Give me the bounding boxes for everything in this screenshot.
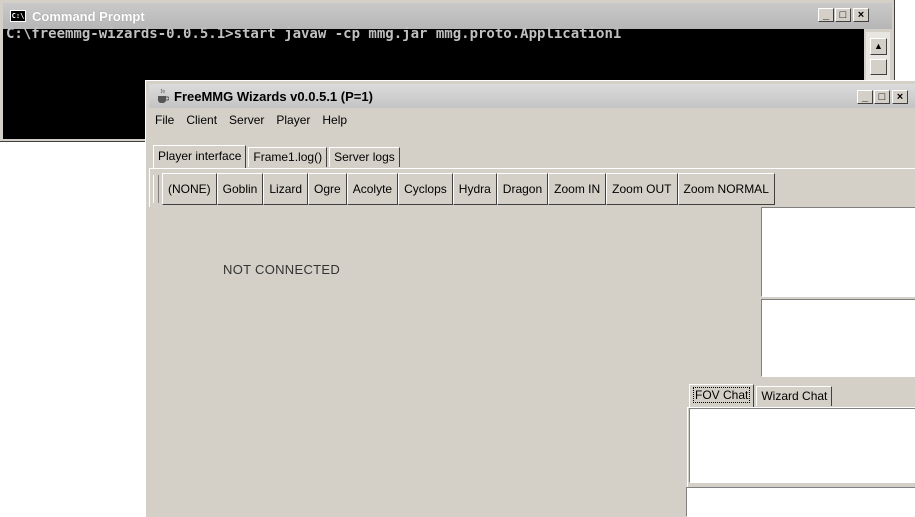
java-coffee-cup-icon <box>158 88 169 103</box>
console-icon: C:\ <box>10 10 26 22</box>
lizard-button[interactable]: Lizard <box>263 173 309 205</box>
connection-status: NOT CONNECTED <box>223 262 341 277</box>
cyclops-button[interactable]: Cyclops <box>398 173 453 205</box>
window-title: FreeMMG Wizards v0.0.5.1 (P=1) <box>174 88 373 104</box>
chat-input[interactable] <box>686 487 915 517</box>
menu-client[interactable]: Client <box>180 113 223 127</box>
menu-help[interactable]: Help <box>316 113 353 127</box>
goblin-button[interactable]: Goblin <box>216 173 264 205</box>
acolyte-button[interactable]: Acolyte <box>346 173 399 205</box>
maximize-button[interactable]: □ <box>835 8 851 22</box>
hydra-button[interactable]: Hydra <box>452 173 497 205</box>
zoom-in-button[interactable]: Zoom IN <box>548 173 607 205</box>
close-button[interactable]: × <box>892 90 908 104</box>
info-panel-middle[interactable] <box>761 299 915 377</box>
creature-toolbar: (NONE) Goblin Lizard Ogre Acolyte Cyclop… <box>153 173 775 205</box>
menu-player[interactable]: Player <box>270 113 316 127</box>
tab-wizard-chat[interactable]: Wizard Chat <box>756 386 833 406</box>
minimize-button[interactable]: _ <box>857 90 873 104</box>
dragon-button[interactable]: Dragon <box>496 173 549 205</box>
scroll-up-arrow-icon[interactable]: ▲ <box>870 38 887 55</box>
tab-fov-chat-label: FOV Chat <box>692 387 751 403</box>
ogre-button[interactable]: Ogre <box>308 173 347 205</box>
menu-server[interactable]: Server <box>223 113 270 127</box>
maximize-button[interactable]: □ <box>874 90 890 104</box>
close-button[interactable]: × <box>853 8 869 22</box>
zoom-out-button[interactable]: Zoom OUT <box>606 173 678 205</box>
tab-fov-chat[interactable]: FOV Chat <box>689 384 755 407</box>
tab-player-interface[interactable]: Player interface <box>153 145 247 168</box>
chat-tab-strip: FOV Chat Wizard Chat <box>689 384 834 407</box>
tab-server-logs[interactable]: Server logs <box>329 147 400 167</box>
game-view[interactable]: NOT CONNECTED <box>149 207 760 517</box>
window-title: Command Prompt <box>32 8 145 24</box>
menu-file[interactable]: File <box>149 113 180 127</box>
chat-log[interactable] <box>689 408 915 483</box>
menu-bar: File Client Server Player Help <box>149 109 353 131</box>
info-panel-top[interactable] <box>761 207 915 297</box>
scroll-thumb[interactable] <box>870 59 887 75</box>
none-button[interactable]: (NONE) <box>162 173 217 205</box>
tab-frame-log[interactable]: Frame1.log() <box>248 147 328 167</box>
zoom-normal-button[interactable]: Zoom NORMAL <box>677 173 775 205</box>
main-tab-strip: Player interface Frame1.log() Server log… <box>153 145 402 168</box>
minimize-button[interactable]: _ <box>818 8 834 22</box>
toolbar-grip[interactable] <box>153 175 159 203</box>
freemmg-window: FreeMMG Wizards v0.0.5.1 (P=1) _ □ × Fil… <box>145 80 915 517</box>
freemmg-titlebar[interactable]: FreeMMG Wizards v0.0.5.1 (P=1) <box>149 84 915 108</box>
console-command-line: C:\freemmg-wizards-0.0.5.1>start javaw -… <box>6 26 622 42</box>
